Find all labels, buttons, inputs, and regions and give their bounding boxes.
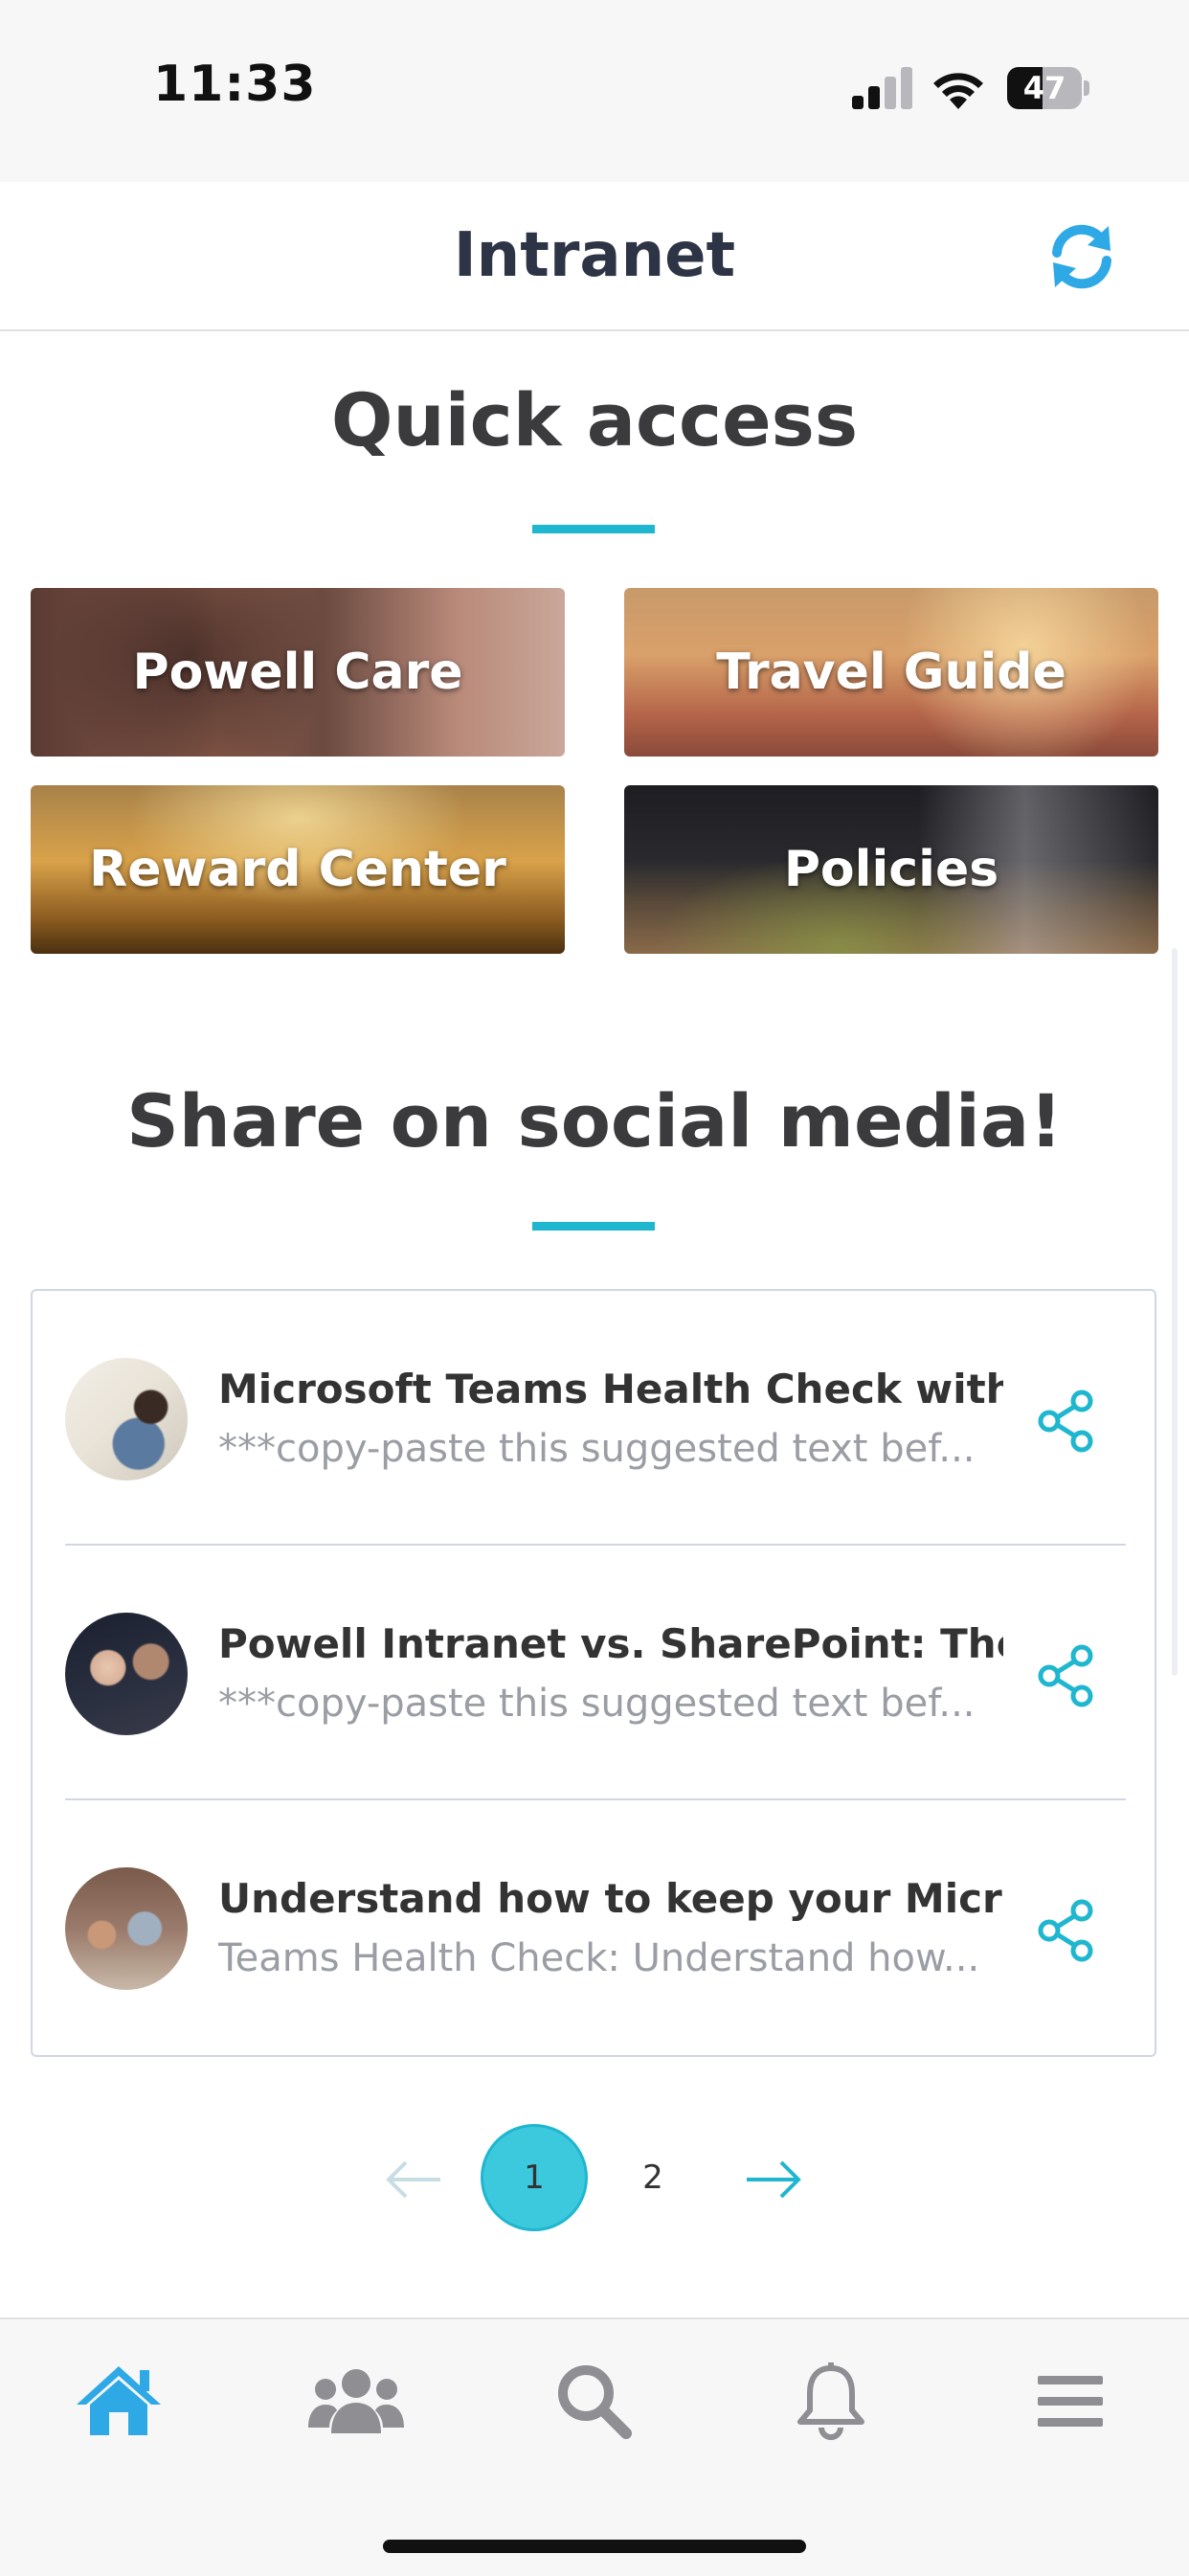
arrow-right-icon [747,2160,801,2199]
share-icon [1038,1390,1093,1453]
page-button-2[interactable]: 2 [599,2124,707,2231]
bottom-tab-bar [0,2317,1189,2576]
tile-label: Reward Center [89,841,506,898]
list-item[interactable]: Powell Intranet vs. SharePoint: The C...… [33,1546,1158,1800]
previous-page-button[interactable] [381,2151,448,2208]
bell-icon [797,2362,864,2440]
tile-label: Travel Guide [716,644,1066,701]
menu-icon [1038,2376,1103,2427]
search-icon [558,2365,632,2439]
tile-powell-care[interactable]: Powell Care [31,588,565,757]
home-indicator[interactable] [383,2540,806,2553]
article-thumbnail [65,1613,188,1735]
main-content: Quick access Powell Care Travel Guide Re… [0,331,1189,2317]
article-title: Microsoft Teams Health Check with P... [218,1366,1003,1412]
share-button[interactable] [1028,1892,1105,1969]
tile-policies[interactable]: Policies [624,785,1158,954]
quick-access-title: Quick access [330,377,859,463]
arrow-left-icon [386,2160,440,2199]
share-icon [1038,1899,1093,1962]
home-icon [77,2366,161,2435]
article-description: Teams Health Check: Understand how... [218,1936,980,1980]
page-title: Intranet [453,220,736,291]
next-page-button[interactable] [739,2151,806,2208]
cellular-signal-icon [852,67,913,109]
tile-travel-guide[interactable]: Travel Guide [624,588,1158,757]
share-button[interactable] [1028,1383,1105,1459]
article-thumbnail [65,1358,188,1480]
share-button[interactable] [1028,1638,1105,1714]
refresh-button[interactable] [1042,216,1122,297]
article-title: Understand how to keep your Micros... [218,1875,1003,1922]
status-bar: 11:33 47 [0,0,1189,182]
list-item[interactable]: Microsoft Teams Health Check with P... *… [33,1291,1158,1546]
tab-home[interactable] [61,2348,176,2453]
people-icon [308,2369,404,2433]
page-button-1[interactable]: 1 [481,2124,588,2231]
share-list: Microsoft Teams Health Check with P... *… [31,1289,1156,2057]
social-section-title: Share on social media! [126,1078,1063,1164]
share-icon [1038,1644,1093,1707]
tab-menu[interactable] [1013,2348,1128,2453]
article-title: Powell Intranet vs. SharePoint: The C... [218,1620,1003,1667]
wifi-icon [929,65,988,111]
battery-indicator: 47 [1007,67,1089,109]
tab-people[interactable] [299,2348,414,2453]
list-item[interactable]: Understand how to keep your Micros... Te… [33,1800,1158,2055]
section-underline [532,1222,655,1231]
tile-label: Powell Care [132,644,463,701]
status-time: 11:33 [153,56,317,113]
article-thumbnail [65,1867,188,1990]
scrollbar[interactable] [1172,948,1178,1676]
refresh-icon [1052,224,1111,289]
tab-notifications[interactable] [774,2348,888,2453]
section-underline [532,525,655,533]
article-description: ***copy-paste this suggested text bef... [218,1427,976,1471]
article-description: ***copy-paste this suggested text bef... [218,1682,976,1726]
battery-percentage: 47 [1022,70,1066,106]
tab-search[interactable] [536,2348,651,2453]
app-header: Intranet [0,182,1189,331]
tile-reward-center[interactable]: Reward Center [31,785,565,954]
tile-label: Policies [783,841,999,898]
pagination: 1 2 [0,2122,1189,2237]
